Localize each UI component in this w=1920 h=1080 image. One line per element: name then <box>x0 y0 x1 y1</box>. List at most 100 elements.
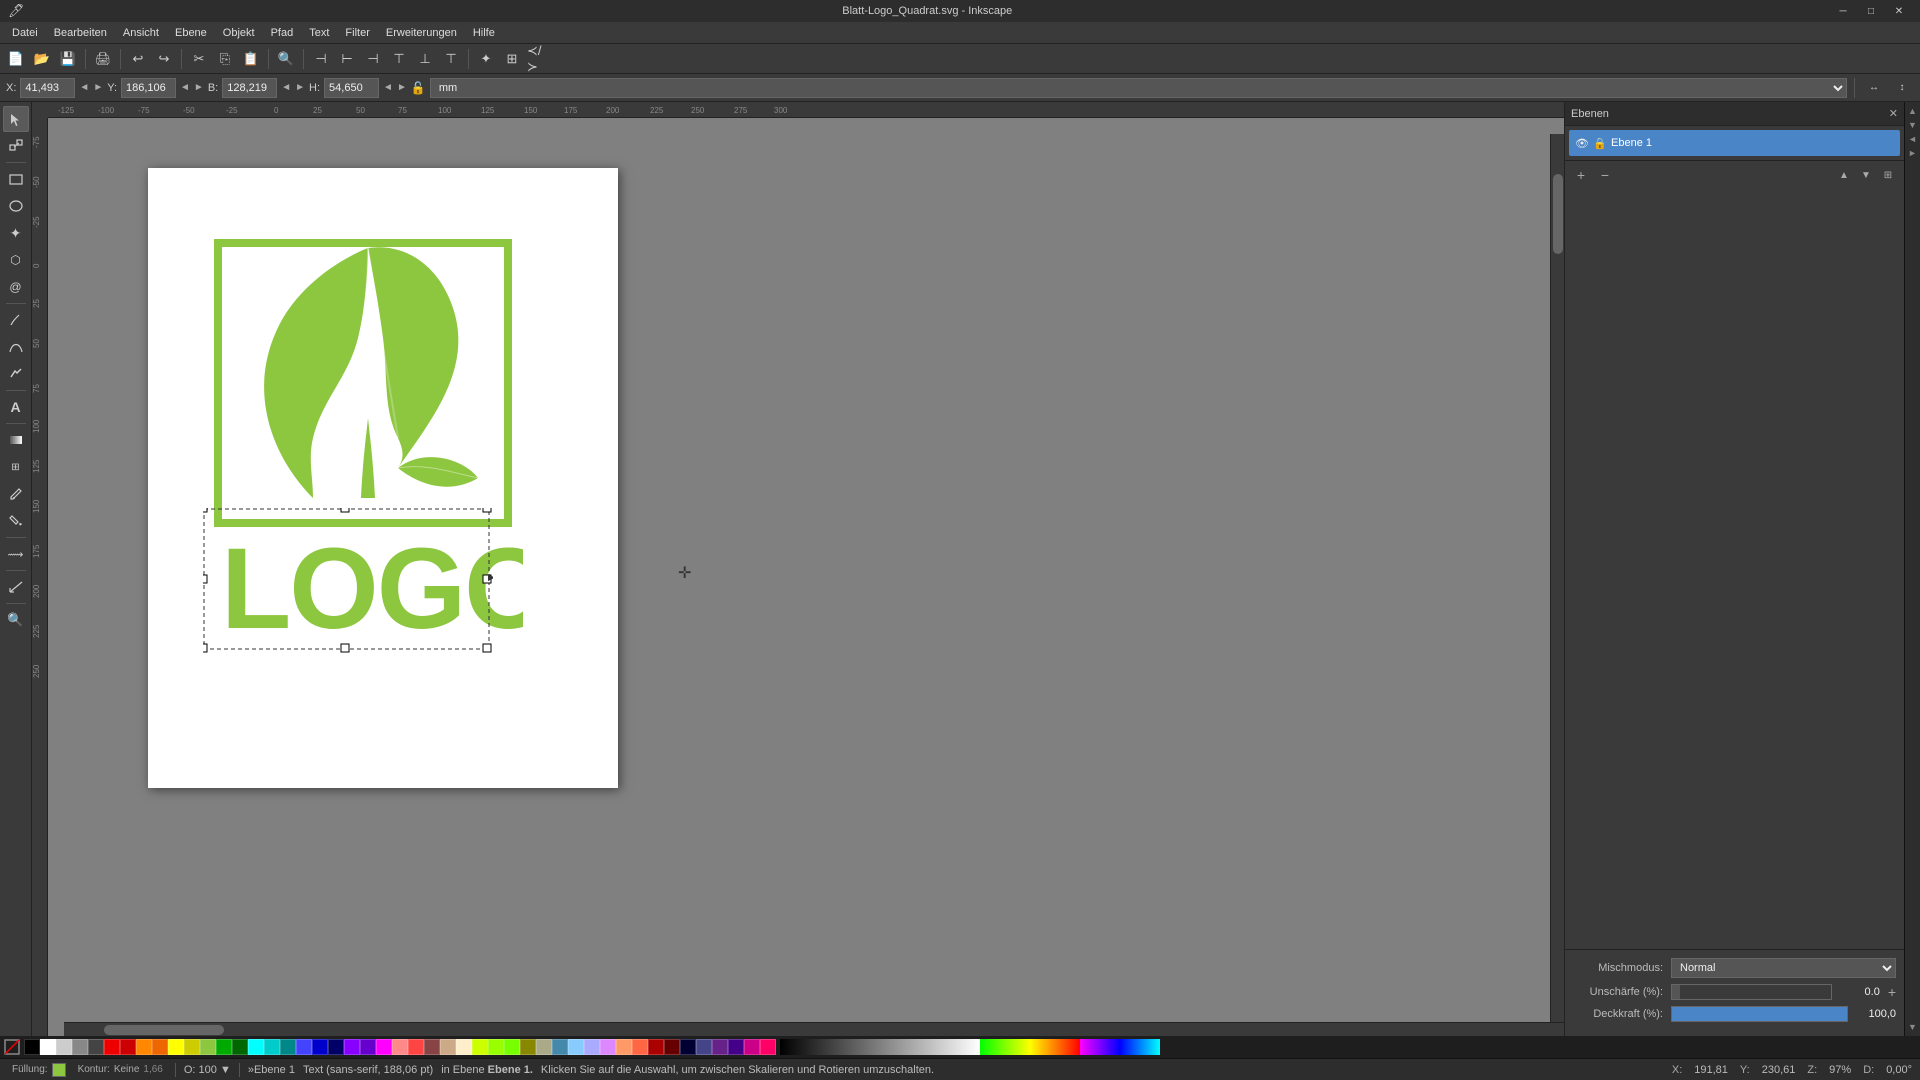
color-sky[interactable] <box>568 1039 584 1055</box>
align-right-button[interactable]: ⊣ <box>361 47 385 71</box>
3d-box-tool[interactable]: ⬡ <box>3 247 29 273</box>
color-maroon[interactable] <box>664 1039 680 1055</box>
color-dgray[interactable] <box>88 1039 104 1055</box>
menu-objekt[interactable]: Objekt <box>215 25 263 41</box>
color-black[interactable] <box>24 1039 40 1055</box>
menu-ansicht[interactable]: Ansicht <box>115 25 167 41</box>
star-tool[interactable]: ✦ <box>3 220 29 246</box>
spiral-tool[interactable]: @ <box>3 274 29 300</box>
color-olive[interactable] <box>520 1039 536 1055</box>
menu-text[interactable]: Text <box>301 25 337 41</box>
close-button[interactable]: ✕ <box>1886 2 1912 20</box>
color-yellow2[interactable] <box>184 1039 200 1055</box>
color-purple[interactable] <box>344 1039 360 1055</box>
color-lime[interactable] <box>472 1039 488 1055</box>
save-button[interactable]: 💾 <box>56 47 80 71</box>
no-fill-indicator[interactable] <box>2 1039 22 1055</box>
h-scroll-thumb[interactable] <box>104 1025 224 1035</box>
color-coral[interactable] <box>632 1039 648 1055</box>
color-cyan[interactable] <box>248 1039 264 1055</box>
gradient-tool[interactable] <box>3 427 29 453</box>
color-grape[interactable] <box>712 1039 728 1055</box>
calligraphy-tool[interactable] <box>3 361 29 387</box>
measure-tool[interactable] <box>3 574 29 600</box>
color-lgreen[interactable] <box>200 1039 216 1055</box>
color-eggplant[interactable] <box>728 1039 744 1055</box>
menu-hilfe[interactable]: Hilfe <box>465 25 503 41</box>
color-beige[interactable] <box>456 1039 472 1055</box>
color-orange2[interactable] <box>152 1039 168 1055</box>
minimize-button[interactable]: ─ <box>1830 2 1856 20</box>
menu-datei[interactable]: Datei <box>4 25 46 41</box>
color-indigo[interactable] <box>696 1039 712 1055</box>
color-red[interactable] <box>104 1039 120 1055</box>
color-green[interactable] <box>216 1039 232 1055</box>
color-violet[interactable] <box>600 1039 616 1055</box>
move-layer-down-button[interactable]: ▼ <box>1856 165 1876 185</box>
color-orange[interactable] <box>136 1039 152 1055</box>
transform-button[interactable]: ⊞ <box>500 47 524 71</box>
color-hot-pink[interactable] <box>760 1039 776 1055</box>
redo-button[interactable]: ↪ <box>152 47 176 71</box>
move-layer-up-button[interactable]: ▲ <box>1834 165 1854 185</box>
rect-tool[interactable] <box>3 166 29 192</box>
y-arrow-left[interactable]: ◄ <box>180 82 190 93</box>
menu-filter[interactable]: Filter <box>337 25 377 41</box>
bezier-tool[interactable] <box>3 334 29 360</box>
h-input[interactable] <box>324 78 379 98</box>
color-steel[interactable] <box>552 1039 568 1055</box>
cut-button[interactable]: ✂ <box>187 47 211 71</box>
copy-button[interactable]: ⎘ <box>213 47 237 71</box>
scroll-right-button[interactable]: ► <box>1906 146 1920 160</box>
color-white[interactable] <box>40 1039 56 1055</box>
color-brown[interactable] <box>424 1039 440 1055</box>
remove-layer-button[interactable]: − <box>1595 165 1615 185</box>
color-rose[interactable] <box>408 1039 424 1055</box>
align-left-button[interactable]: ⊣ <box>309 47 333 71</box>
color-purple2[interactable] <box>360 1039 376 1055</box>
mesh-gradient-tool[interactable]: ⊞ <box>3 454 29 480</box>
color-gradient-swatch[interactable] <box>980 1039 1080 1055</box>
vertical-scrollbar[interactable] <box>1550 134 1564 1022</box>
gray-gradient-swatch[interactable] <box>780 1039 980 1055</box>
v-scroll-thumb[interactable] <box>1553 174 1563 254</box>
x-arrow-left[interactable]: ◄ <box>79 82 89 93</box>
color-chartreuse[interactable] <box>504 1039 520 1055</box>
add-layer-button[interactable]: + <box>1571 165 1591 185</box>
align-middle-button[interactable]: ⊥ <box>413 47 437 71</box>
layers-close[interactable]: ✕ <box>1889 107 1898 120</box>
canvas-viewport[interactable]: LOGO ◀ ▶ <box>48 118 1564 1036</box>
color-teal[interactable] <box>280 1039 296 1055</box>
dropper-tool[interactable] <box>3 481 29 507</box>
align-center-button[interactable]: ⊢ <box>335 47 359 71</box>
horizontal-scrollbar[interactable] <box>64 1022 1564 1036</box>
x-arrow-right[interactable]: ► <box>93 82 103 93</box>
color-fuchsia[interactable] <box>744 1039 760 1055</box>
b-arrow-left[interactable]: ◄ <box>281 82 291 93</box>
scroll-left-button[interactable]: ◄ <box>1906 132 1920 146</box>
connector-tool[interactable]: ⟿ <box>3 541 29 567</box>
select-tool[interactable] <box>3 106 29 132</box>
zoom-in-button[interactable]: 🔍 <box>274 47 298 71</box>
color-pink[interactable] <box>392 1039 408 1055</box>
color-brightgreen[interactable] <box>488 1039 504 1055</box>
color-darkblue[interactable] <box>680 1039 696 1055</box>
color-mgray[interactable] <box>72 1039 88 1055</box>
layer-row-1[interactable]: 👁 🔒 Ebene 1 <box>1569 130 1900 156</box>
color-tan[interactable] <box>440 1039 456 1055</box>
color-gradient-swatch2[interactable] <box>1080 1039 1160 1055</box>
unschaerfe-bar[interactable] <box>1671 984 1832 1000</box>
align-bottom-button[interactable]: ⊤ <box>439 47 463 71</box>
new-button[interactable]: 📄 <box>4 47 28 71</box>
color-salmon[interactable] <box>616 1039 632 1055</box>
node-tool[interactable] <box>3 133 29 159</box>
layer-visibility-toggle[interactable]: 👁 <box>1575 136 1589 150</box>
color-lavender[interactable] <box>584 1039 600 1055</box>
unschaerfe-add-button[interactable]: + <box>1888 984 1896 1000</box>
color-blue[interactable] <box>296 1039 312 1055</box>
unit-select[interactable]: mm px pt <box>430 78 1847 98</box>
flip-v-button[interactable]: ↕ <box>1890 76 1914 100</box>
text-tool[interactable]: A <box>3 394 29 420</box>
flip-h-button[interactable]: ↔ <box>1862 76 1886 100</box>
y-arrow-right[interactable]: ► <box>194 82 204 93</box>
